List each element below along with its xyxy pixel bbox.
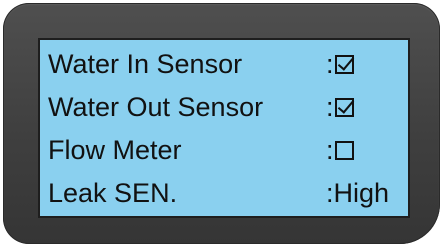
water-out-sensor-label: Water Out Sensor: [48, 92, 264, 122]
water-out-sensor-status: :: [326, 87, 354, 127]
water-in-sensor-status: :: [326, 44, 354, 84]
flow-meter-label: Flow Meter: [48, 135, 182, 165]
separator: :: [326, 178, 334, 208]
flow-meter-status: :: [326, 130, 354, 170]
separator: :: [326, 49, 334, 79]
leak-sensor-status: :High: [326, 173, 389, 213]
row-flow-meter: Flow Meter :: [48, 130, 402, 170]
unchecked-box-icon: [334, 141, 354, 160]
checked-box-icon: [334, 98, 354, 117]
separator: :: [326, 92, 334, 122]
separator: :: [326, 135, 334, 165]
row-water-out-sensor: Water Out Sensor :: [48, 87, 402, 127]
leak-sensor-label: Leak SEN.: [48, 178, 178, 208]
water-in-sensor-label: Water In Sensor: [48, 49, 243, 79]
checked-box-icon: [334, 55, 354, 74]
lcd-screen: Water In Sensor : Water Out Sensor : Flo…: [38, 38, 410, 218]
row-leak-sensor: Leak SEN. :High: [48, 173, 402, 213]
leak-sensor-value: High: [333, 178, 390, 208]
row-water-in-sensor: Water In Sensor :: [48, 44, 402, 84]
